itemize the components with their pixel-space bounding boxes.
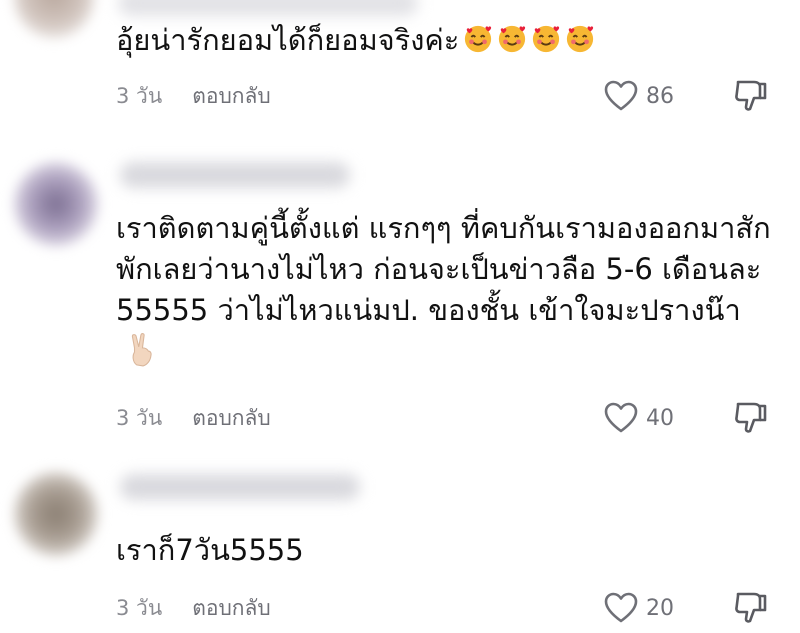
comment-item: เราติดตามคู่นี้ตั้งแต่ แรกๆๆ ที่คบกันเรา…: [0, 140, 800, 450]
reply-button[interactable]: ตอบกลับ: [192, 402, 271, 435]
heart-outline-icon: [604, 80, 638, 111]
smiling-face-with-hearts-emoji: [533, 25, 560, 53]
comment-meta: 3 วัน ตอบกลับ 40: [116, 398, 776, 438]
comment-time: 3 วัน: [116, 83, 163, 108]
comment-text: อุ้ยน่ารักยอมได้ก็ยอมจริงค่ะ: [116, 20, 776, 61]
thumbs-down-icon[interactable]: [733, 78, 769, 114]
avatar[interactable]: [14, 472, 98, 556]
like-button[interactable]: 40: [604, 398, 674, 438]
heart-outline-icon: [604, 402, 638, 433]
avatar[interactable]: [14, 162, 98, 246]
username-blurred[interactable]: [118, 0, 418, 16]
heart-outline-icon: [604, 592, 638, 623]
comment-meta: 3 วัน ตอบกลับ 20: [116, 588, 776, 628]
comment-meta: 3 วัน ตอบกลับ 86: [116, 76, 776, 116]
like-button[interactable]: 20: [604, 588, 674, 628]
reply-button[interactable]: ตอบกลับ: [192, 592, 271, 625]
smiling-face-with-hearts-emoji: [499, 25, 526, 53]
smiling-face-with-hearts-emoji: [465, 25, 492, 53]
comment-item: อุ้ยน่ารักยอมได้ก็ยอมจริงค่ะ 3 วัน ตอบกล…: [0, 0, 800, 140]
comment-text: เราก็7วัน5555: [116, 533, 304, 567]
comment-time: 3 วัน: [116, 595, 163, 620]
thumbs-down-icon[interactable]: [733, 400, 769, 436]
like-count: 20: [646, 595, 674, 621]
username-blurred[interactable]: [120, 474, 360, 500]
victory-hand-emoji: [131, 333, 152, 367]
comment-list: อุ้ยน่ารักยอมได้ก็ยอมจริงค่ะ 3 วัน ตอบกล…: [0, 0, 800, 633]
like-button[interactable]: 86: [604, 76, 674, 116]
avatar[interactable]: [14, 0, 94, 38]
username-blurred[interactable]: [120, 162, 350, 188]
like-count: 86: [646, 83, 674, 109]
smiling-face-with-hearts-emoji: [567, 25, 594, 53]
like-count: 40: [646, 405, 674, 431]
reply-button[interactable]: ตอบกลับ: [192, 80, 271, 113]
thumbs-down-icon[interactable]: [733, 590, 769, 626]
comment-time: 3 วัน: [116, 405, 163, 430]
comment-item: เราก็7วัน5555 3 วัน ตอบกลับ 20: [0, 450, 800, 633]
comment-text: เราติดตามคู่นี้ตั้งแต่ แรกๆๆ ที่คบกันเรา…: [116, 208, 776, 372]
